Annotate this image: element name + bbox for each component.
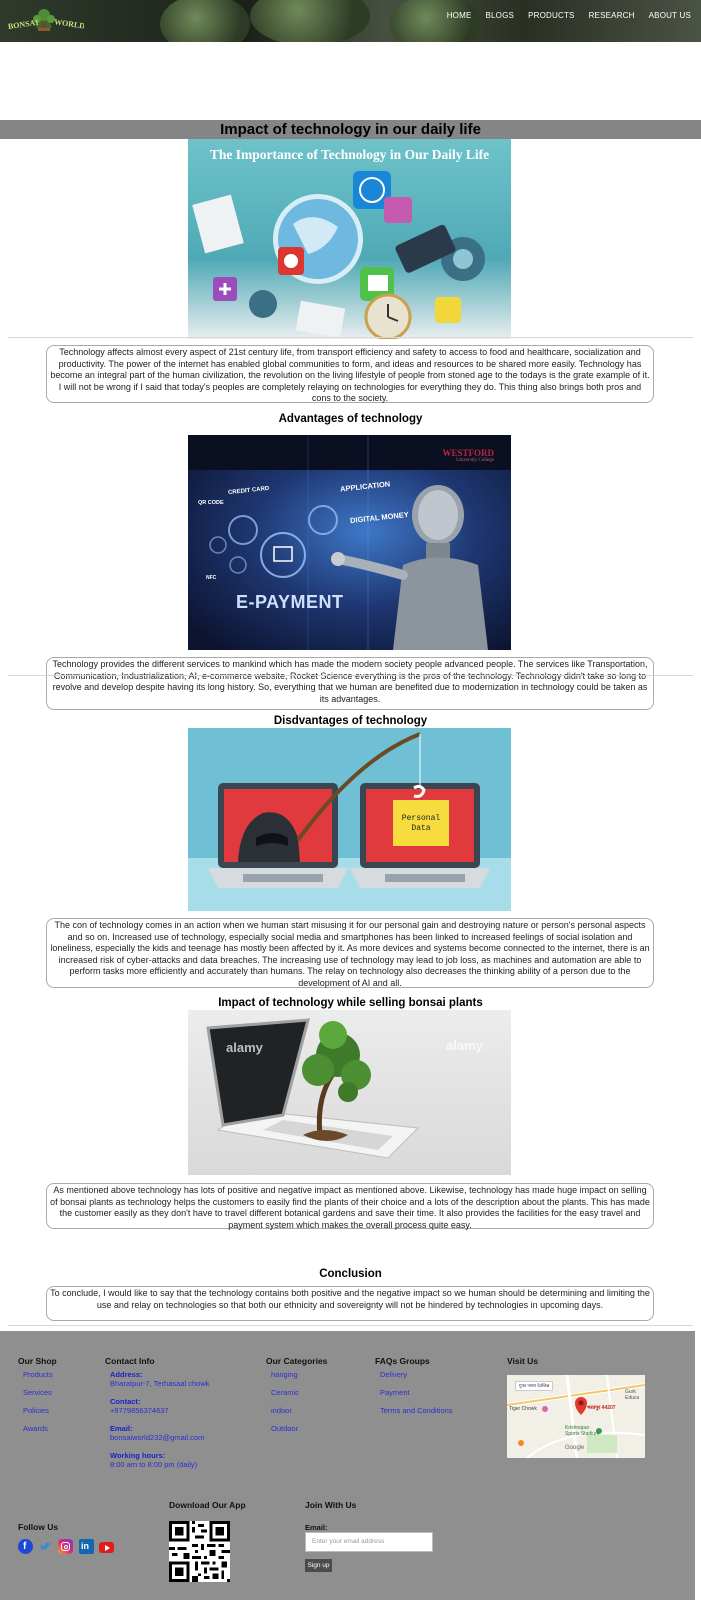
watermark: alamy xyxy=(446,1038,483,1053)
divider xyxy=(8,675,693,676)
westford-subtitle: University College xyxy=(456,458,494,463)
footer-contact-title: Contact Info xyxy=(105,1356,155,1366)
hours-value: 8:00 am to 8:00 pm (daily) xyxy=(110,1460,198,1469)
background-foliage xyxy=(160,0,250,42)
app-qr-code[interactable] xyxy=(169,1521,230,1582)
youtube-icon[interactable] xyxy=(99,1542,114,1553)
conclusion-paragraph: To conclude, I would like to say that th… xyxy=(46,1286,654,1321)
footer-visit-title: Visit Us xyxy=(507,1356,539,1366)
footer-link-products[interactable]: Products xyxy=(23,1370,53,1379)
footer-link-services[interactable]: Services xyxy=(23,1388,52,1397)
map-label: Krishnapur Sports Stadium xyxy=(565,1425,600,1437)
qr-code-label: QR CODE xyxy=(198,500,224,506)
instagram-icon[interactable] xyxy=(58,1539,73,1554)
background-foliage xyxy=(250,0,370,42)
join-with-us-title: Join With Us xyxy=(305,1500,357,1510)
follow-us-title: Follow Us xyxy=(18,1522,59,1532)
nav-products[interactable]: PRODUCTS xyxy=(528,11,575,20)
nav-about-us[interactable]: ABOUT US xyxy=(649,11,691,20)
faq-delivery[interactable]: Delivery xyxy=(380,1370,407,1379)
footer-categories-title: Our Categories xyxy=(266,1356,328,1366)
map-label: Gurk Educa xyxy=(625,1389,640,1401)
address-value: Bharatpur-7, Terhasaal chowk xyxy=(110,1379,210,1388)
nav-home[interactable]: HOME xyxy=(447,11,472,20)
email-label: Email: xyxy=(110,1424,133,1433)
faq-terms[interactable]: Terms and Conditions xyxy=(380,1406,453,1415)
category-outdoor[interactable]: Outdoor xyxy=(271,1424,298,1433)
google-label: Google xyxy=(565,1445,585,1451)
advantages-paragraph: Technology provides the different servic… xyxy=(46,657,654,710)
bonsai-heading: Impact of technology while selling bonsa… xyxy=(218,997,483,1009)
map-label: Tiger Chowk xyxy=(509,1406,537,1412)
bonsai-image: alamy alamy xyxy=(188,1010,511,1175)
svg-text:WORLD: WORLD xyxy=(54,17,84,30)
footer-shop-title: Our Shop xyxy=(18,1356,57,1366)
category-indoor[interactable]: indoor xyxy=(271,1406,292,1415)
faq-payment[interactable]: Payment xyxy=(380,1388,410,1397)
top-navbar: BONSAI WORLD HOME BLOGS PRODUCTS RESEARC… xyxy=(0,0,701,42)
westford-logo: WESTFORD xyxy=(442,448,494,458)
site-logo[interactable]: BONSAI WORLD xyxy=(6,6,84,34)
newsletter-email-input[interactable]: Enter your email address xyxy=(305,1532,433,1552)
nfc-label: NFC xyxy=(206,575,217,581)
location-map[interactable]: गुफा नसरा देउंकिन्न भरतपुर 44207 Tiger C… xyxy=(507,1375,645,1458)
disadvantages-heading: Disdvantages of technology xyxy=(273,715,428,727)
map-label: भरतपुर 44207 xyxy=(587,1405,616,1411)
footer-link-awards[interactable]: Awards xyxy=(23,1424,48,1433)
linkedin-icon[interactable]: in xyxy=(79,1539,94,1554)
advantages-image: WESTFORD University College CREDIT CARD … xyxy=(188,435,511,650)
conclusion-heading: Conclusion xyxy=(319,1268,382,1280)
join-email-label: Email: xyxy=(305,1523,328,1532)
hero-image: The Importance of Technology in Our Dail… xyxy=(188,139,511,339)
signup-button[interactable]: Sign up xyxy=(305,1559,332,1572)
contact-label: Contact: xyxy=(110,1397,141,1406)
disadvantages-image: Personal Data xyxy=(188,728,511,911)
twitter-icon[interactable] xyxy=(38,1539,53,1554)
divider xyxy=(8,1325,693,1326)
facebook-icon[interactable]: f xyxy=(18,1539,33,1554)
personal-data-note: Personal Data xyxy=(401,814,441,833)
disadvantages-paragraph: The con of technology comes in an action… xyxy=(46,918,654,988)
intro-paragraph: Technology affects almost every aspect o… xyxy=(46,345,654,403)
nav-research[interactable]: RESEARCH xyxy=(589,11,635,20)
background-foliage xyxy=(390,0,480,42)
category-hanging[interactable]: hanging xyxy=(271,1370,298,1379)
contact-value[interactable]: +9779856374637 xyxy=(110,1406,169,1415)
nav-blogs[interactable]: BLOGS xyxy=(486,11,515,20)
divider xyxy=(8,337,693,338)
e-payment-label: E-PAYMENT xyxy=(236,592,344,612)
main-menu: HOME BLOGS PRODUCTS RESEARCH ABOUT US xyxy=(447,11,691,20)
svg-text:BONSAI: BONSAI xyxy=(7,18,39,31)
title-banner: Impact of technology in our daily life xyxy=(0,120,701,139)
page-title: Impact of technology in our daily life xyxy=(220,121,481,138)
bonsai-paragraph: As mentioned above technology has lots o… xyxy=(46,1183,654,1230)
map-label: गुफा नसरा देउंकिन्न xyxy=(515,1381,554,1391)
footer-faqs-title: FAQs Groups xyxy=(375,1356,430,1366)
advantages-heading: Advantages of technology xyxy=(278,413,423,425)
download-app-title: Download Our App xyxy=(169,1500,246,1510)
watermark: alamy xyxy=(226,1040,263,1055)
category-ceramic[interactable]: Ceramic xyxy=(271,1388,299,1397)
address-label: Address: xyxy=(110,1370,143,1379)
hours-label: Working hours: xyxy=(110,1451,166,1460)
footer-link-policies[interactable]: Policies xyxy=(23,1406,49,1415)
email-value[interactable]: bonsaiworld232@gmail.com xyxy=(110,1433,204,1442)
